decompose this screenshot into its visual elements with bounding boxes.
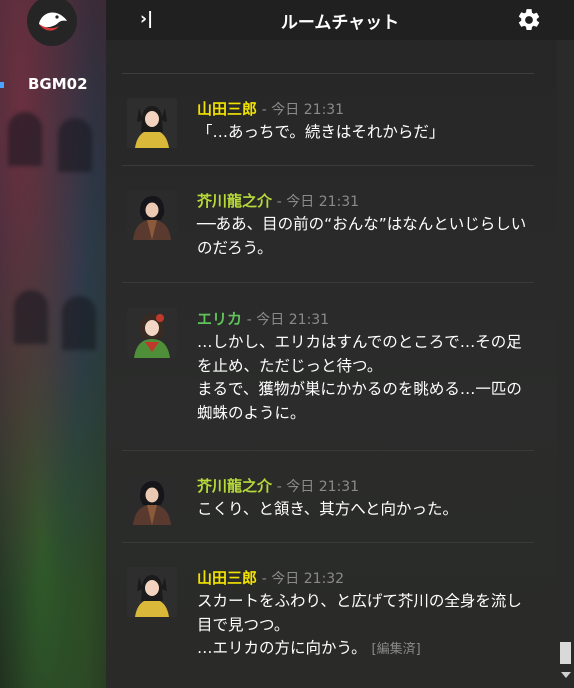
message-list[interactable]: 山田三郎 - 今日 21:31 「…あっちで。続きはそれからだ」 芥川龍之介 -… [106, 40, 574, 688]
timestamp: - 今日 21:31 [276, 194, 360, 210]
sender-name[interactable]: エリカ [197, 310, 242, 328]
sender-name[interactable]: 山田三郎 [197, 569, 257, 587]
gear-icon[interactable] [516, 7, 542, 33]
message-header: 山田三郎 - 今日 21:32 [197, 567, 344, 588]
message-header: エリカ - 今日 21:31 [197, 308, 329, 329]
bgm-label[interactable]: BGM02 [28, 75, 88, 93]
message-header: 芥川龍之介 - 今日 21:31 [197, 475, 359, 496]
sender-name[interactable]: 山田三郎 [197, 100, 257, 118]
timestamp: - 今日 21:31 [261, 102, 345, 118]
sender-name[interactable]: 芥川龍之介 [197, 477, 272, 495]
avatar[interactable] [127, 475, 177, 525]
scrollbar[interactable] [557, 40, 574, 688]
message-header: 山田三郎 - 今日 21:31 [197, 98, 344, 119]
room-chat-panel: ›| ルームチャット 山田三郎 - 今日 21:31 「…あっちで。続きはそれか… [106, 0, 574, 688]
message-text-content: スカートをふわり、と広げて芥川の全身を流し目で見つつ。 …エリカの方に向かう。 [197, 592, 522, 657]
timestamp: - 今日 21:31 [276, 479, 360, 495]
bgm-indicator [0, 82, 4, 88]
message-text: 「…あっちで。続きはそれからだ」 [197, 123, 445, 141]
bird-icon [39, 12, 67, 31]
message-text: ──ああ、目の前の“おんな”はなんといじらしいのだろう。 [197, 215, 527, 257]
divider [122, 73, 534, 74]
divider [122, 282, 534, 283]
chat-header: ›| ルームチャット [106, 0, 574, 40]
message-header: 芥川龍之介 - 今日 21:31 [197, 190, 359, 211]
avatar[interactable] [127, 567, 177, 617]
avatar[interactable] [127, 190, 177, 240]
avatar[interactable] [127, 98, 177, 148]
message-text: スカートをふわり、と広げて芥川の全身を流し目で見つつ。 …エリカの方に向かう。 … [197, 590, 537, 662]
sender-name[interactable]: 芥川龍之介 [197, 192, 272, 210]
edited-badge: [編集済] [371, 642, 421, 657]
timestamp: - 今日 21:32 [261, 571, 345, 587]
scrollbar-thumb[interactable] [560, 642, 571, 664]
room-background [0, 0, 106, 688]
chat-title: ルームチャット [280, 13, 400, 33]
divider [122, 165, 534, 166]
avatar[interactable] [127, 308, 177, 358]
scroll-down-arrow-icon[interactable] [561, 672, 571, 678]
divider [122, 450, 534, 451]
message-text: こくり、と頷き、其方へと向かった。 [197, 500, 459, 518]
message-text: …しかし、エリカはすんでのところで…その足を止め、ただじっと待つ。 まるで、獲物… [197, 333, 522, 422]
divider [122, 542, 534, 543]
timestamp: - 今日 21:31 [246, 312, 330, 328]
